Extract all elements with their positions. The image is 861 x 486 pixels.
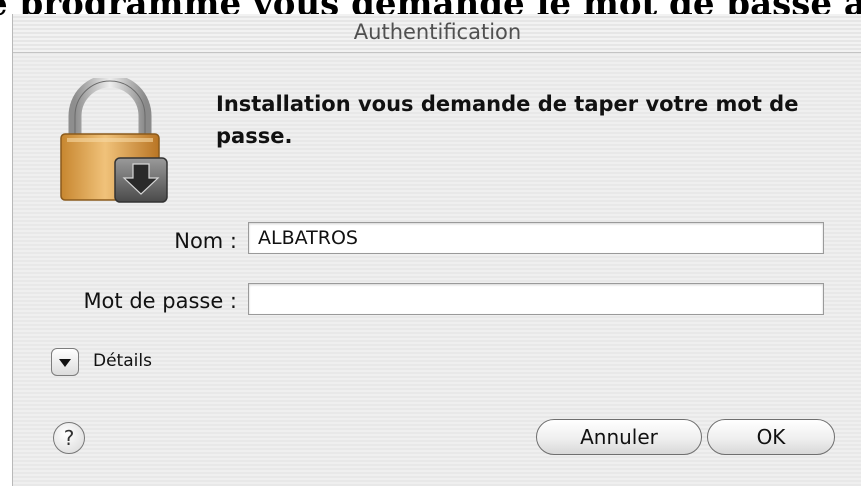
dialog-title: Authentification <box>353 20 522 44</box>
password-label: Mot de passe : <box>83 289 237 313</box>
cancel-button[interactable]: Annuler <box>536 419 702 455</box>
triangle-down-icon <box>58 353 72 372</box>
name-label: Nom : <box>174 229 237 253</box>
details-disclosure-button[interactable] <box>51 348 79 376</box>
help-button[interactable]: ? <box>53 422 85 454</box>
authentication-dialog: Authentification Installation vous deman… <box>12 14 861 486</box>
password-field[interactable] <box>248 283 824 315</box>
question-icon: ? <box>63 426 75 450</box>
cancel-button-label: Annuler <box>580 425 658 449</box>
padlock-icon <box>53 78 173 208</box>
name-field[interactable] <box>248 222 824 254</box>
dialog-message: Installation vous demande de taper votre… <box>216 92 799 148</box>
ok-button[interactable]: OK <box>707 419 835 455</box>
ok-button-label: OK <box>756 425 786 449</box>
details-label[interactable]: Détails <box>93 351 152 371</box>
dialog-titlebar[interactable]: Authentification <box>13 14 861 53</box>
